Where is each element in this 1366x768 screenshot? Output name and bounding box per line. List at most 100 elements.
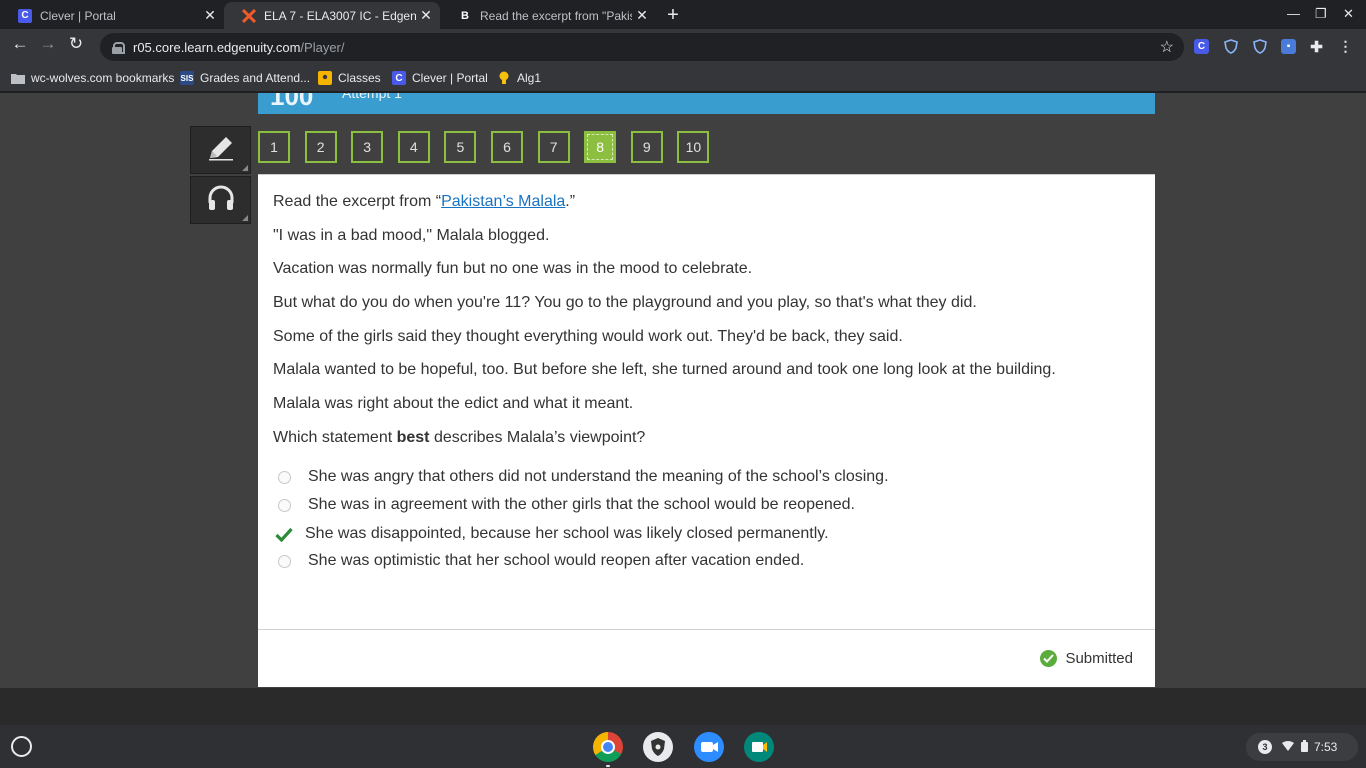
excerpt-line: Some of the girls said they thought ever…	[273, 328, 903, 345]
question-button[interactable]: 1	[258, 131, 290, 163]
question-button-current[interactable]: 8	[584, 131, 617, 163]
read-aloud-button[interactable]	[190, 176, 251, 224]
pencil-icon	[206, 134, 236, 167]
intro-text-end: .”	[565, 193, 576, 210]
prompt-text: Which statement	[273, 429, 397, 446]
bookmark-label: Classes	[338, 71, 381, 85]
question-button[interactable]: 7	[537, 131, 570, 163]
bookmark-clever[interactable]: C Clever | Portal	[392, 69, 488, 87]
bookmark-grades[interactable]: SIS Grades and Attend...	[180, 69, 310, 87]
answer-option-a[interactable]: She was angry that others did not unders…	[278, 467, 889, 487]
launcher-icon[interactable]	[11, 736, 32, 757]
prompt-emphasis: best	[396, 429, 430, 446]
zoom-app-icon[interactable]	[694, 732, 724, 762]
bookmark-label: Grades and Attend...	[200, 71, 311, 85]
source-link[interactable]: Pakistan’s Malala	[441, 193, 565, 210]
meet-app-icon[interactable]	[744, 732, 774, 762]
close-tab-icon[interactable]: ✕	[416, 7, 436, 24]
bookmarks-bar: wc-wolves.com bookmarks SIS Grades and A…	[0, 64, 1366, 92]
reload-icon[interactable]: ↻	[64, 34, 88, 54]
shield-extension-icon[interactable]	[1223, 39, 1238, 54]
option-text: She was angry that others did not unders…	[308, 468, 889, 485]
expand-corner-icon	[242, 165, 248, 171]
doc-extension-icon[interactable]: ▪	[1281, 39, 1296, 54]
correct-check-icon	[275, 527, 293, 542]
menu-kebab-icon[interactable]: ⋮	[1338, 38, 1353, 54]
extensions-puzzle-icon[interactable]: ✚	[1309, 39, 1324, 56]
close-tab-icon[interactable]: ✕	[200, 7, 220, 24]
radio-button[interactable]	[278, 554, 291, 568]
question-footer: Submitted	[258, 629, 1155, 687]
question-button[interactable]: 10	[677, 131, 710, 163]
classes-icon	[318, 71, 332, 85]
radio-button[interactable]	[278, 470, 291, 484]
brainly-favicon-icon: B	[461, 9, 469, 22]
tab-title: Read the excerpt from "Pakistan	[480, 8, 632, 23]
excerpt-line: But what do you do when you're 11? You g…	[273, 294, 977, 311]
bookmark-label: Alg1	[517, 71, 542, 85]
question-button[interactable]: 3	[351, 131, 384, 163]
tab-brainly[interactable]: B Read the excerpt from "Pakistan ✕	[440, 2, 656, 29]
question-button[interactable]: 9	[630, 131, 663, 163]
back-icon[interactable]: ←	[8, 34, 32, 54]
clock: 7:53	[1314, 740, 1338, 754]
submitted-check-icon	[1040, 650, 1058, 667]
page-bottom-area	[0, 688, 1366, 725]
minimize-icon[interactable]: —	[1287, 6, 1300, 21]
option-text: She was disappointed, because her school…	[305, 525, 829, 542]
tab-edgenuity[interactable]: ELA 7 - ELA3007 IC - Edgenuity.c ✕	[224, 2, 440, 29]
status-tray[interactable]: 3 7:53	[1246, 733, 1358, 761]
excerpt-intro: Read the excerpt from “Pakistan’s Malala…	[273, 193, 575, 211]
tab-title: Clever | Portal	[40, 8, 116, 23]
bookmark-wc-wolves[interactable]: wc-wolves.com bookmarks	[11, 69, 174, 87]
chrome-app-icon[interactable]	[593, 732, 623, 767]
tab-strip: C Clever | Portal ✕ ELA 7 - ELA3007 IC -…	[0, 0, 1366, 29]
lock-icon	[112, 41, 125, 54]
excerpt-line: "I was in a bad mood," Malala blogged.	[273, 227, 550, 244]
submitted-status: Submitted	[1040, 650, 1133, 667]
bookmark-alg1[interactable]: Alg1	[497, 69, 541, 87]
option-text: She was optimistic that her school would…	[308, 552, 805, 569]
score-banner: 100 Attempt 1	[258, 93, 1155, 114]
headphones-icon	[206, 184, 236, 217]
shield-extension-icon[interactable]	[1252, 39, 1267, 54]
question-button[interactable]: 6	[491, 131, 523, 163]
new-tab-button[interactable]: +	[664, 4, 682, 27]
intro-text: Read the excerpt from “	[273, 193, 442, 210]
bookmark-label: wc-wolves.com bookmarks	[31, 71, 175, 85]
option-text: She was in agreement with the other girl…	[308, 496, 855, 513]
prompt-text-end: describes Malala’s viewpoint?	[429, 429, 646, 446]
bulb-icon	[497, 71, 511, 85]
address-bar[interactable]: r05.core.learn.edgenuity.com/Player/ ☆	[100, 33, 1184, 61]
close-tab-icon[interactable]: ✕	[632, 7, 652, 24]
close-window-icon[interactable]: ✕	[1343, 6, 1354, 22]
bookmark-label: Clever | Portal	[412, 71, 488, 85]
restore-icon[interactable]: ❐	[1315, 6, 1327, 22]
edgenuity-player: 100 Attempt 1 1 2 3 4 5 6 7 8 9 10 Read …	[0, 93, 1366, 688]
annotate-tool-button[interactable]	[190, 126, 251, 174]
question-button[interactable]: 4	[397, 131, 430, 163]
question-button[interactable]: 2	[304, 131, 337, 163]
notification-count: 3	[1258, 740, 1272, 754]
wifi-icon	[1282, 740, 1294, 754]
clever-favicon-icon: C	[18, 8, 32, 23]
clever-extension-icon[interactable]: C	[1194, 39, 1209, 54]
bookmark-classes[interactable]: Classes	[318, 69, 381, 87]
url-host: r05.core.learn.edgenuity.com	[133, 39, 301, 55]
answer-option-b[interactable]: She was in agreement with the other girl…	[278, 495, 855, 515]
os-shelf: 3 7:53	[0, 725, 1366, 768]
bookmark-star-icon[interactable]: ☆	[1160, 37, 1174, 57]
forward-icon[interactable]: →	[36, 34, 60, 54]
question-button[interactable]: 5	[444, 131, 477, 163]
browser-toolbar: ← → ↻ r05.core.learn.edgenuity.com/Playe…	[0, 29, 1366, 64]
radio-button[interactable]	[278, 498, 291, 512]
clever-icon: C	[392, 71, 406, 85]
tab-title: ELA 7 - ELA3007 IC - Edgenuity.c	[264, 8, 416, 23]
folder-icon	[11, 71, 25, 85]
score-value: 100	[270, 93, 314, 111]
answer-option-c-selected[interactable]: She was disappointed, because her school…	[275, 524, 829, 544]
sis-icon: SIS	[180, 71, 194, 85]
answer-option-d[interactable]: She was optimistic that her school would…	[278, 551, 804, 571]
security-shield-app-icon[interactable]	[643, 732, 673, 762]
tab-clever[interactable]: C Clever | Portal ✕	[0, 2, 224, 29]
